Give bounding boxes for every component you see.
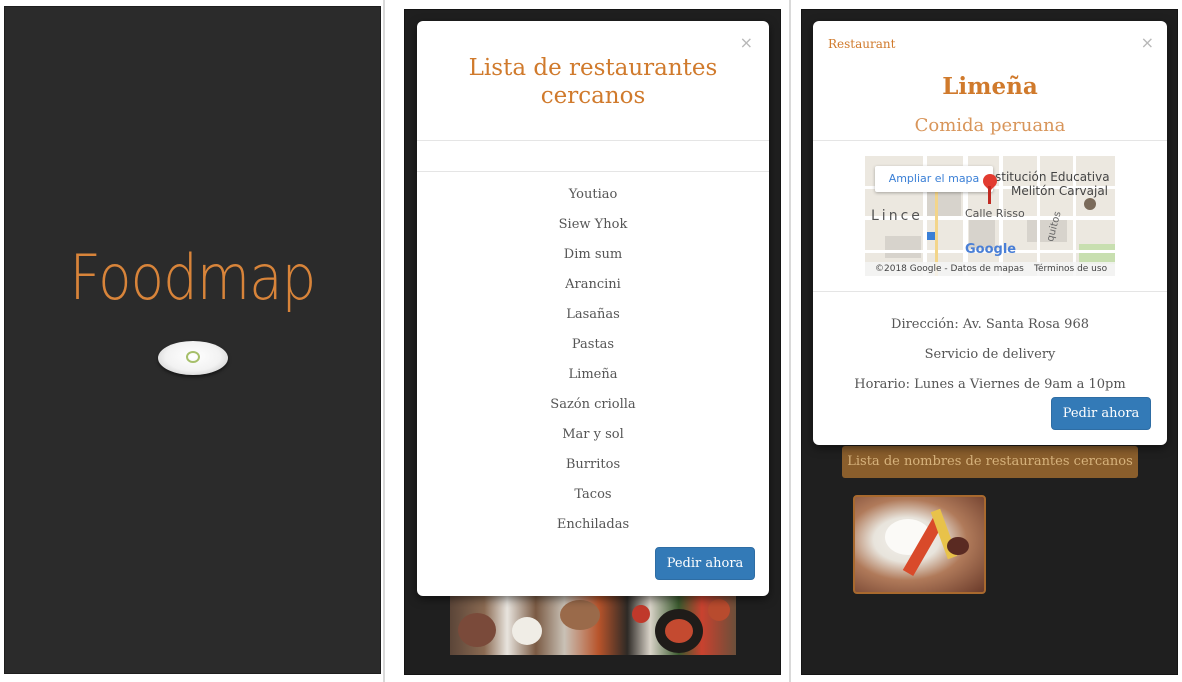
- enlarge-map-button[interactable]: Ampliar el mapa: [875, 166, 993, 192]
- logo-mark-icon: [186, 351, 200, 363]
- divider: [813, 140, 1167, 141]
- modal-header-label: Restaurant: [828, 37, 896, 51]
- order-now-button[interactable]: Pedir ahora: [1051, 397, 1151, 430]
- restaurant-list-item[interactable]: Tacos: [417, 483, 769, 513]
- map-copyright: ©2018 Google - Datos de mapas: [875, 264, 1024, 274]
- map-place-title: stitución Educativa: [995, 170, 1110, 184]
- map-street-label: Calle Risso: [965, 207, 1025, 220]
- panel-divider: [383, 0, 385, 682]
- map-district-label: Lince: [871, 208, 923, 224]
- list-screen: × Lista de restaurantes cercanos Youtiao…: [404, 9, 781, 675]
- food-logo-icon[interactable]: [158, 341, 228, 375]
- map-place-title: Melitón Carvajal: [1011, 184, 1109, 198]
- close-icon[interactable]: ×: [1141, 35, 1154, 51]
- restaurant-address: Dirección: Av. Santa Rosa 968: [891, 317, 1089, 332]
- bus-stop-icon: [927, 232, 935, 240]
- detail-screen: Lista de nombres de restaurantes cercano…: [801, 9, 1178, 675]
- divider: [417, 140, 769, 141]
- restaurant-list-item[interactable]: Siew Yhok: [417, 213, 769, 243]
- restaurant-list-item[interactable]: Youtiao: [417, 183, 769, 213]
- map-attribution: ©2018 Google - Datos de mapas Términos d…: [865, 262, 1115, 276]
- restaurant-list: Youtiao Siew Yhok Dim sum Arancini Lasañas Pa…: [417, 183, 769, 543]
- divider: [813, 291, 1167, 292]
- restaurant-list-item[interactable]: Pastas: [417, 333, 769, 363]
- panel-divider: [789, 0, 791, 682]
- restaurant-list-item[interactable]: Burritos: [417, 453, 769, 483]
- close-icon[interactable]: ×: [740, 35, 753, 51]
- dish-thumbnail-image[interactable]: [853, 495, 986, 594]
- restaurant-list-item[interactable]: Arancini: [417, 273, 769, 303]
- restaurant-list-item[interactable]: Dim sum: [417, 243, 769, 273]
- nearby-list-button[interactable]: Lista de nombres de restaurantes cercano…: [842, 446, 1138, 478]
- restaurant-list-item[interactable]: Sazón criolla: [417, 393, 769, 423]
- restaurant-name: Limeña: [942, 73, 1038, 100]
- restaurant-list-modal: × Lista de restaurantes cercanos Youtiao…: [417, 21, 769, 596]
- restaurant-list-item[interactable]: Lasañas: [417, 303, 769, 333]
- school-icon: [1084, 198, 1096, 210]
- restaurant-list-item[interactable]: Mar y sol: [417, 423, 769, 453]
- modal-title: Lista de restaurantes cercanos: [468, 55, 718, 109]
- restaurant-detail-modal: Restaurant × Limeña Comida peruana Ampli…: [813, 21, 1167, 445]
- splash-screen: Foodmap: [4, 6, 381, 674]
- google-logo: Google: [965, 242, 1017, 257]
- order-now-button[interactable]: Pedir ahora: [655, 547, 755, 580]
- restaurant-list-item[interactable]: Enchiladas: [417, 513, 769, 543]
- restaurant-delivery: Servicio de delivery: [924, 347, 1056, 362]
- food-banner-image: [450, 595, 736, 655]
- restaurant-cuisine: Comida peruana: [914, 115, 1066, 136]
- restaurant-list-item[interactable]: Limeña: [417, 363, 769, 393]
- divider: [417, 171, 769, 172]
- app-brand-title: Foodmap: [69, 241, 317, 314]
- location-map[interactable]: Ampliar el mapa stitución Educativa Meli…: [865, 156, 1115, 276]
- restaurant-hours: Horario: Lunes a Viernes de 9am a 10pm: [854, 377, 1126, 392]
- location-pin-stem: [988, 186, 991, 204]
- map-terms-link[interactable]: Términos de uso: [1034, 262, 1107, 276]
